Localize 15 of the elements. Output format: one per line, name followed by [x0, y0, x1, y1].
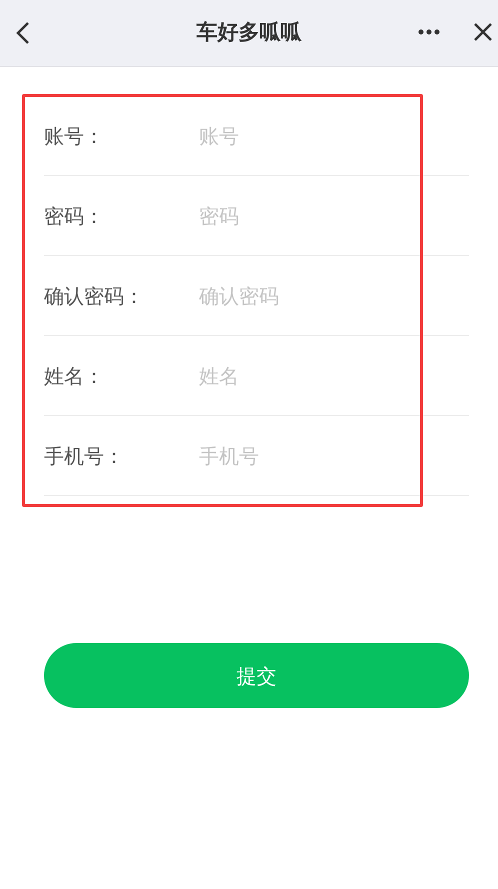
input-field[interactable]: 姓名 [199, 356, 469, 396]
submit-button[interactable]: 提交 [44, 643, 469, 708]
field-label: 确认密码： [44, 282, 145, 310]
input-field[interactable]: 确认密码 [199, 276, 469, 316]
page-title: 车好多呱呱 [196, 19, 302, 46]
more-icon [418, 29, 440, 35]
field-label: 密码： [44, 202, 105, 230]
field-label: 手机号： [44, 442, 125, 470]
close-icon [473, 22, 493, 42]
field-label: 姓名： [44, 362, 105, 390]
input-field[interactable]: 密码 [199, 196, 469, 236]
field-label: 账号： [44, 122, 105, 150]
back-icon [16, 21, 30, 45]
input-field[interactable]: 账号 [199, 116, 469, 156]
input-field[interactable]: 手机号 [199, 436, 469, 476]
